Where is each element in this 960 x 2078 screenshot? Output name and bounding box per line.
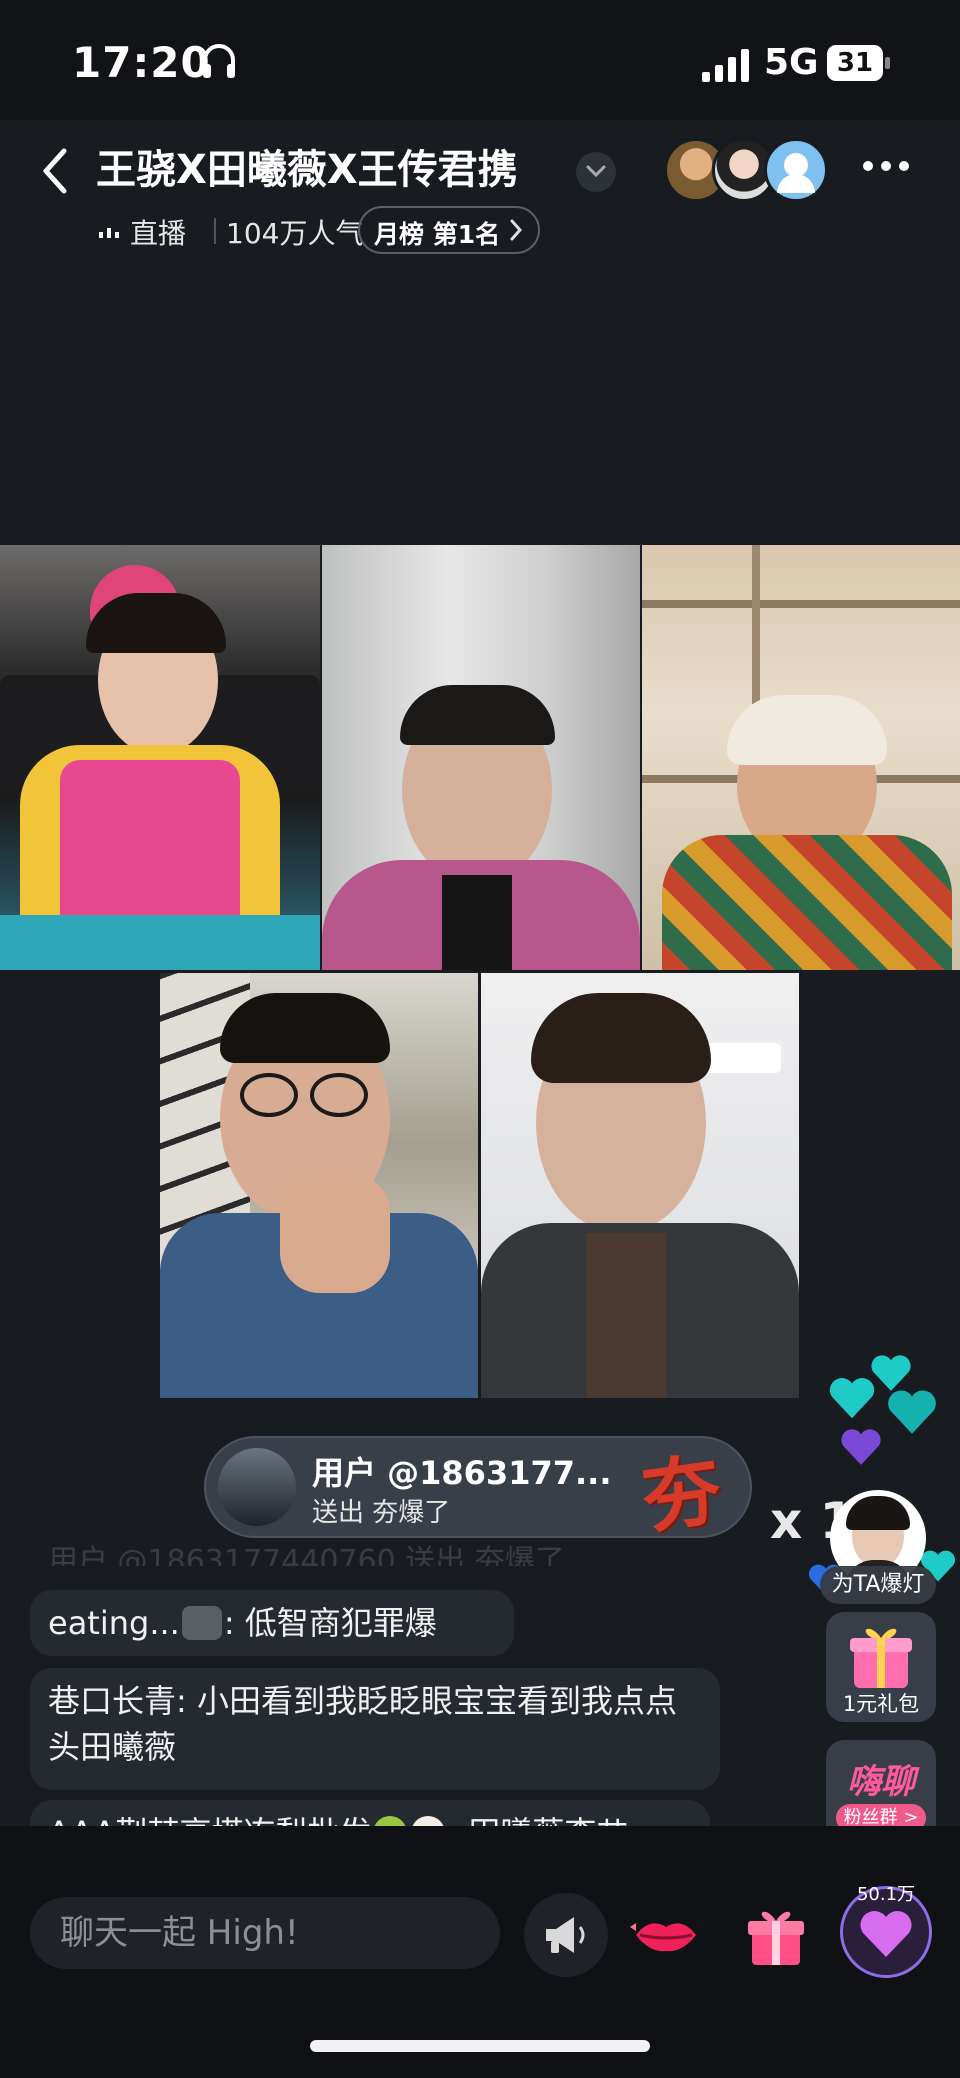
- headphone-icon: [203, 44, 235, 78]
- live-status: 直播: [130, 217, 187, 250]
- host-avatar[interactable]: [764, 138, 828, 202]
- paw-emoji-icon: [181, 1606, 222, 1640]
- light-up-button[interactable]: 为TA爆灯: [820, 1566, 936, 1604]
- heart-icon: [829, 1378, 875, 1419]
- gift-sender-name: 用户 @1863177...: [312, 1454, 612, 1492]
- viewer-count: 104万人气: [226, 217, 364, 250]
- more-icon[interactable]: [862, 158, 910, 174]
- avatar[interactable]: [218, 1448, 296, 1526]
- chevron-down-icon: [586, 165, 606, 178]
- video-tile[interactable]: [160, 973, 478, 1398]
- fan-group-title: 嗨聊: [847, 1762, 915, 1802]
- gift-pack-label: 1元礼包: [842, 1692, 920, 1716]
- network-label: 5G: [764, 42, 819, 83]
- kiss-button[interactable]: [624, 1893, 708, 1977]
- signal-icon: [702, 49, 749, 82]
- gift-box-icon: [850, 1628, 912, 1688]
- live-title[interactable]: 王骁X田曦薇X王传君携: [96, 140, 566, 200]
- chevron-right-icon: [510, 219, 523, 241]
- video-tile[interactable]: [481, 973, 799, 1398]
- chat-comment[interactable]: 巷口长青: 小田看到我眨眨眼宝宝看到我点点头田曦薇: [30, 1668, 720, 1790]
- back-icon[interactable]: [36, 145, 72, 197]
- gift-action-text: 送出 夯爆了: [312, 1498, 451, 1528]
- faded-comment: 用户 @1863177440760 送出 夯爆了: [48, 1544, 565, 1566]
- chat-comment[interactable]: eating... : 低智商犯罪爆: [30, 1590, 514, 1656]
- broadcast-button[interactable]: [524, 1893, 608, 1977]
- like-count: 50.1万: [856, 1884, 916, 1905]
- live-indicator-icon: [99, 228, 119, 238]
- video-tile[interactable]: [0, 545, 320, 970]
- video-tile[interactable]: [642, 545, 960, 970]
- gift-button[interactable]: [734, 1893, 818, 1977]
- gift-image: 夯: [636, 1443, 727, 1545]
- comment-text: : 低智商犯罪爆: [223, 1604, 437, 1642]
- battery-value: 31: [836, 48, 874, 78]
- status-time: 17:20: [72, 38, 211, 87]
- heart-icon: [841, 1429, 881, 1465]
- lips-icon: [630, 1923, 696, 1952]
- rank-label: 月榜 第1名: [374, 220, 501, 249]
- comment-user: eating...: [48, 1604, 180, 1642]
- home-indicator[interactable]: [310, 2040, 650, 2052]
- video-tile[interactable]: [322, 545, 640, 970]
- horn-icon: [546, 1917, 585, 1953]
- heart-icon: [888, 1390, 936, 1434]
- title-dropdown-button[interactable]: [576, 152, 616, 192]
- gift-icon: [748, 1911, 804, 1965]
- chat-input[interactable]: [30, 1897, 500, 1969]
- comment-user: 巷口长青: [48, 1682, 177, 1720]
